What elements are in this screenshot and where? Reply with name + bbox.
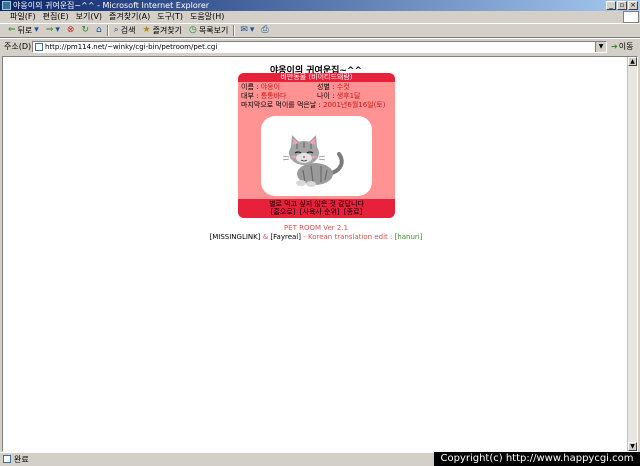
mail-button[interactable]: ✉ ▾ [238, 24, 256, 37]
home-button[interactable]: ⌂ [94, 24, 104, 37]
minimize-button[interactable]: _ [606, 1, 616, 10]
web-content[interactable]: 야옹이의 귀여운집~^^ 비만동물 (비이티드돼람) 이름 : 야옹이 성별 :… [2, 56, 638, 452]
close-button[interactable]: × [628, 1, 638, 10]
pet-type-value: 통통바다 [260, 92, 287, 100]
pet-age-label: 나이 : [317, 92, 335, 100]
address-box[interactable]: ▼ [32, 41, 607, 53]
maximize-button[interactable]: ▫ [617, 1, 627, 10]
address-dropdown-icon[interactable]: ▼ [595, 42, 606, 52]
author1-link[interactable]: [MISSINGLINK] [210, 233, 261, 241]
go-arrow-icon: ➔ [611, 42, 618, 51]
page-status-icon [3, 455, 11, 463]
pet-lastfed-row: 마지막으로 먹이를 먹은날 : 2001년6월16일(토) [241, 101, 386, 109]
refresh-button[interactable]: ↻ [79, 24, 91, 37]
stop-button[interactable]: ⊗ [65, 24, 77, 37]
scroll-up-icon[interactable]: ▲ [628, 57, 637, 66]
menu-view[interactable]: 보기(V) [76, 11, 102, 23]
refresh-icon: ↻ [81, 25, 89, 35]
ie-icon [2, 1, 11, 10]
pet-header: 비만동물 (비이티드돼람) [238, 73, 395, 82]
pet-age-value: 생후1달 [336, 92, 361, 100]
menu-help[interactable]: 도움말(H) [190, 11, 224, 23]
copyright-watermark: Copyright(c) http://www.happycgi.com [434, 452, 640, 466]
search-label: 검색 [120, 26, 136, 35]
dropdown-arrow-icon[interactable]: ▾ [55, 26, 60, 35]
address-label: 주소(D) [4, 42, 32, 51]
pet-name-row: 이름 : 야옹이 [241, 83, 280, 91]
search-button[interactable]: ⌕ 검색 [112, 24, 138, 37]
vertical-scrollbar[interactable]: ▲ ▼ [627, 57, 637, 451]
print-button[interactable]: ⎙ [259, 24, 270, 37]
go-button[interactable]: ➔ 이동 [611, 41, 633, 52]
menu-tools[interactable]: 도구(T) [157, 11, 183, 23]
pet-lastfed-value: 2001년6월16일(토) [323, 101, 386, 109]
credits-version: PET ROOM Ver 2.1 [3, 224, 629, 233]
credits-line: [MISSINGLINK] & [Fayreal] - Korean trans… [3, 233, 629, 242]
status-text: 완료 [14, 455, 29, 464]
pet-gender-label: 성별 : [317, 83, 335, 91]
standard-toolbar: ⇐ 뒤로 ▾ ⇒ ▾ ⊗ ↻ ⌂ ⌕ 검색 ★ 즐겨찾기 ◷ 목록보기 ✉ ▾ … [0, 23, 640, 38]
forward-arrow-icon: ⇒ [45, 25, 54, 35]
translation-text: - Korean translation edit : [303, 233, 393, 241]
menu-edit[interactable]: 편집(E) [43, 11, 69, 23]
pet-status-message: 별로 먹고 싶지 않은 것 같답니다 [269, 200, 364, 208]
toolbar-separator [233, 25, 236, 36]
menu-file[interactable]: 파일(F) [10, 11, 36, 23]
pet-name-value: 야옹이 [260, 83, 281, 91]
page-icon [35, 43, 43, 51]
favorites-icon: ★ [142, 25, 151, 35]
history-icon: ◷ [189, 25, 197, 35]
stop-icon: ⊗ [66, 25, 75, 35]
menu-bar: 파일(F) 편집(E) 보기(V) 즐겨찾기(A) 도구(T) 도움말(H) [0, 11, 640, 23]
pet-name-label: 이름 : [241, 83, 259, 91]
pet-footer: 별로 먹고 싶지 않은 것 같답니다 [홈으로] [사육사 순위] [종료] [238, 199, 395, 218]
window-controls: _ ▫ × [606, 1, 638, 10]
back-label: 뒤로 [17, 26, 33, 35]
ranking-link[interactable]: [사육사 순위] [300, 208, 340, 216]
history-label: 목록보기 [198, 26, 229, 35]
address-bar: 주소(D) ▼ ➔ 이동 [0, 38, 640, 54]
pet-panel: 비만동물 (비이티드돼람) 이름 : 야옹이 성별 : 수컷 대부 : 통통바다… [238, 73, 395, 218]
mail-icon: ✉ [240, 25, 248, 35]
search-icon: ⌕ [113, 25, 119, 35]
home-icon: ⌂ [95, 25, 102, 35]
favorites-button[interactable]: ★ 즐겨찾기 [140, 24, 184, 37]
window-title: 야옹이의 귀여운집~^^ - Microsoft Internet Explor… [13, 1, 210, 10]
translator-link[interactable]: [hanuri] [395, 233, 423, 241]
home-link[interactable]: [홈으로] [271, 208, 296, 216]
go-label: 이동 [618, 42, 634, 51]
print-icon: ⎙ [261, 25, 269, 35]
pet-gender-value: 수컷 [336, 83, 350, 91]
pet-image-frame [261, 116, 372, 196]
exit-link[interactable]: [종료] [344, 208, 362, 216]
pet-type-row: 대부 : 통통바다 [241, 92, 286, 100]
pet-lastfed-label: 마지막으로 먹이를 먹은날 : [241, 101, 321, 109]
toolbar-separator [106, 25, 109, 36]
address-input[interactable] [45, 43, 585, 51]
scroll-down-icon[interactable]: ▼ [628, 442, 637, 451]
pet-type-label: 대부 : [241, 92, 259, 100]
favorites-label: 즐겨찾기 [152, 26, 183, 35]
window-titlebar: 야옹이의 귀여운집~^^ - Microsoft Internet Explor… [0, 0, 640, 11]
ie-throbber-icon [623, 11, 639, 23]
author2-link[interactable]: [Fayreal] [270, 233, 301, 241]
menu-favorites[interactable]: 즐겨찾기(A) [109, 11, 150, 23]
dropdown-arrow-icon[interactable]: ▾ [34, 26, 39, 35]
pet-links: [홈으로] [사육사 순위] [종료] [238, 208, 395, 216]
cat-image [282, 135, 344, 187]
forward-button[interactable]: ⇒ ▾ [44, 24, 62, 37]
credits-amp: & [262, 233, 269, 241]
pet-gender-row: 성별 : 수컷 [317, 83, 350, 91]
back-button[interactable]: ⇐ 뒤로 ▾ [6, 24, 41, 37]
dropdown-arrow-icon[interactable]: ▾ [250, 26, 255, 35]
history-button[interactable]: ◷ 목록보기 [187, 24, 230, 37]
version-text: PET ROOM Ver 2.1 [283, 224, 349, 232]
back-arrow-icon: ⇐ [8, 25, 16, 35]
pet-age-row: 나이 : 생후1달 [317, 92, 360, 100]
